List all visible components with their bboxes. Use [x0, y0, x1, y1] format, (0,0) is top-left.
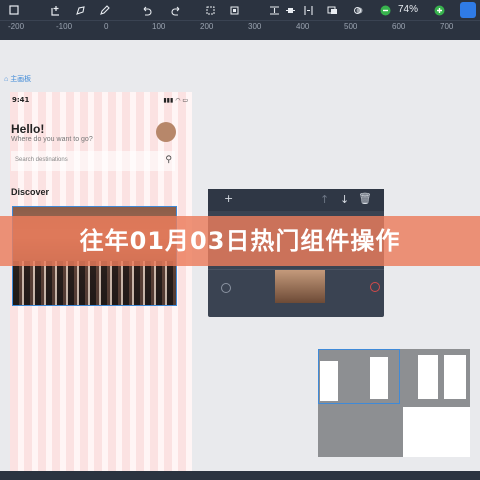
minimap-viewport[interactable] [318, 349, 400, 404]
ruler-tick: 500 [344, 22, 358, 31]
ruler-tick: 300 [248, 22, 262, 31]
horizontal-ruler: -200 -100 0 100 200 300 400 500 600 700 [0, 20, 480, 35]
search-placeholder: Search destinations [15, 157, 68, 163]
arrow-up-icon[interactable]: ↑ [320, 193, 329, 206]
help-icon[interactable] [460, 2, 476, 18]
pointer-icon[interactable] [6, 0, 22, 20]
arrange-icon[interactable] [324, 0, 340, 20]
crop-icon[interactable] [202, 0, 218, 20]
phone-artboard[interactable]: 9:41 ▮▮▮ ◠ ▭ Hello! Where do you want to… [10, 92, 192, 480]
canvas-header [0, 35, 480, 40]
align-center-icon[interactable] [282, 0, 298, 20]
add-icon[interactable]: + [224, 192, 233, 205]
ruler-tick: 400 [296, 22, 310, 31]
artboard-name: 主画板 [10, 76, 32, 83]
search-icon[interactable]: ⚲ [165, 155, 172, 165]
ruler-tick: -100 [56, 22, 73, 31]
panel-header: + ↑ ↓ 🗑 [208, 189, 384, 211]
search-bar[interactable]: Search destinations ⚲ [11, 151, 175, 171]
undo-icon[interactable] [138, 0, 154, 20]
artboard-label[interactable]: ⌂ 主画板 [4, 74, 31, 84]
pencil-icon[interactable] [96, 0, 112, 20]
greeting-title: Hello! [11, 122, 45, 136]
zoom-level: 74% [398, 4, 419, 15]
radio-button[interactable] [221, 283, 231, 293]
redo-icon[interactable] [168, 0, 184, 20]
trash-icon[interactable]: 🗑 [358, 192, 372, 205]
ruler-tick: 0 [104, 22, 109, 31]
minimap-page [403, 407, 470, 457]
minimap-page [444, 355, 466, 399]
mask-icon[interactable] [350, 0, 366, 20]
avatar[interactable] [156, 122, 176, 142]
resize-icon[interactable] [226, 0, 242, 20]
pen-icon[interactable] [72, 0, 88, 20]
align-distribute-icon[interactable] [300, 0, 316, 20]
ruler-tick: 600 [392, 22, 406, 31]
component-thumbnail[interactable] [275, 270, 325, 303]
bottom-bar [0, 471, 480, 480]
arrow-down-icon[interactable]: ↓ [340, 193, 349, 206]
zoom-out-icon[interactable] [378, 0, 392, 20]
zoom-in-icon[interactable] [432, 0, 446, 20]
remove-icon[interactable] [370, 282, 380, 292]
greeting-subtitle: Where do you want to go? [11, 136, 93, 143]
minimap[interactable] [318, 349, 470, 457]
banner-title: 往年01月03日热门组件操作 [79, 227, 401, 255]
top-toolbar: 74% [0, 0, 480, 20]
align-icon[interactable] [266, 0, 282, 20]
add-icon[interactable] [48, 0, 64, 20]
ruler-tick: 700 [440, 22, 454, 31]
section-title: Discover [11, 187, 50, 197]
status-time: 9:41 [12, 96, 30, 104]
battery-icon: ▮▮▮ ◠ ▭ [163, 97, 188, 104]
ruler-tick: 200 [200, 22, 214, 31]
ruler-tick: 100 [152, 22, 166, 31]
minimap-page [418, 355, 438, 399]
ruler-tick: -200 [8, 22, 25, 31]
